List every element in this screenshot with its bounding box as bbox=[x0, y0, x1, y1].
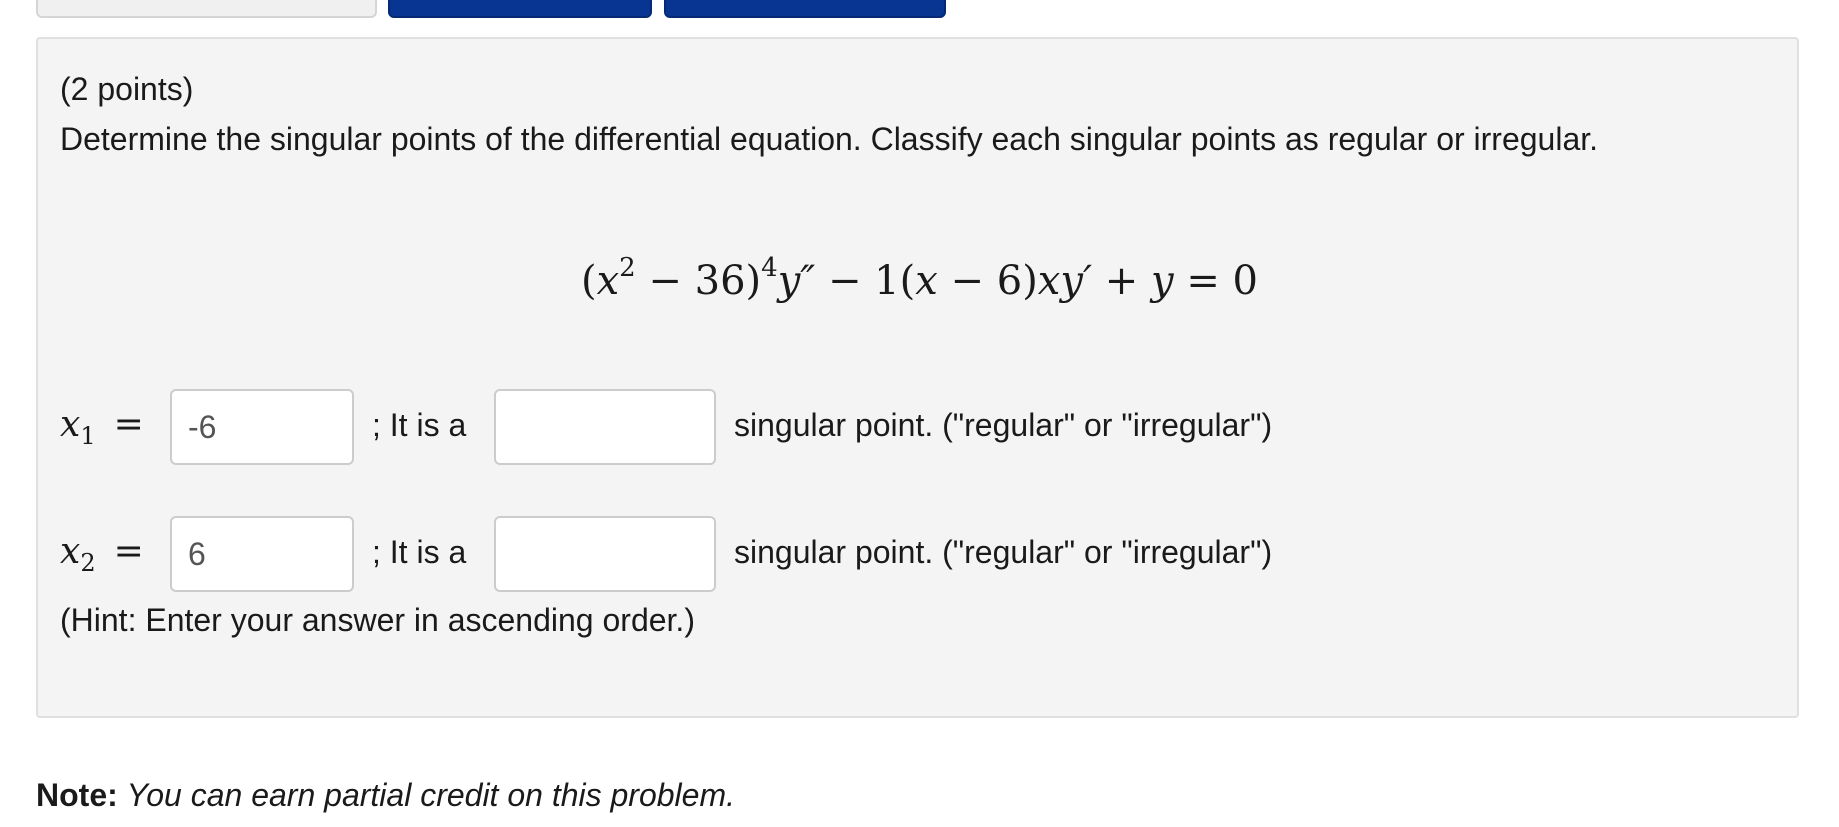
singular-point-label-1: singular point. ("regular" or "irregular… bbox=[734, 407, 1273, 443]
var-label-x2: x2 = bbox=[60, 531, 144, 577]
note-label: Note: bbox=[36, 777, 118, 813]
hint-text: (Hint: Enter your answer in ascending or… bbox=[60, 602, 695, 638]
top-button-blue-2[interactable] bbox=[664, 0, 946, 18]
answer-row-1: x1= ; It is a singular point. ("regular"… bbox=[60, 389, 1760, 465]
it-is-label-2: ; It is a bbox=[372, 534, 467, 570]
problem-points: (2 points) bbox=[60, 71, 194, 107]
x2-value-input[interactable] bbox=[170, 516, 354, 592]
singular-point-label-2: singular point. ("regular" or "irregular… bbox=[734, 534, 1273, 570]
var-label-x1: x1 = bbox=[60, 404, 144, 450]
top-button-blue-1[interactable] bbox=[388, 0, 652, 18]
top-button-gray[interactable] bbox=[36, 0, 377, 18]
differential-equation: (x2 − 36)4y″ − 1(x − 6)xy′ + y = 0 bbox=[580, 253, 1259, 304]
partial-credit-note: Note: You can earn partial credit on thi… bbox=[36, 775, 735, 815]
note-text: You can earn partial credit on this prob… bbox=[126, 777, 735, 813]
x1-value-input[interactable] bbox=[170, 389, 354, 465]
it-is-label-1: ; It is a bbox=[372, 407, 467, 443]
problem-instructions: Determine the singular points of the dif… bbox=[60, 121, 1599, 157]
answer-row-2: x2= ; It is a singular point. ("regular"… bbox=[60, 516, 1760, 592]
x2-type-input[interactable] bbox=[494, 516, 716, 592]
problem-panel: (2 points) Determine the singular points… bbox=[36, 37, 1799, 718]
x1-type-input[interactable] bbox=[494, 389, 716, 465]
